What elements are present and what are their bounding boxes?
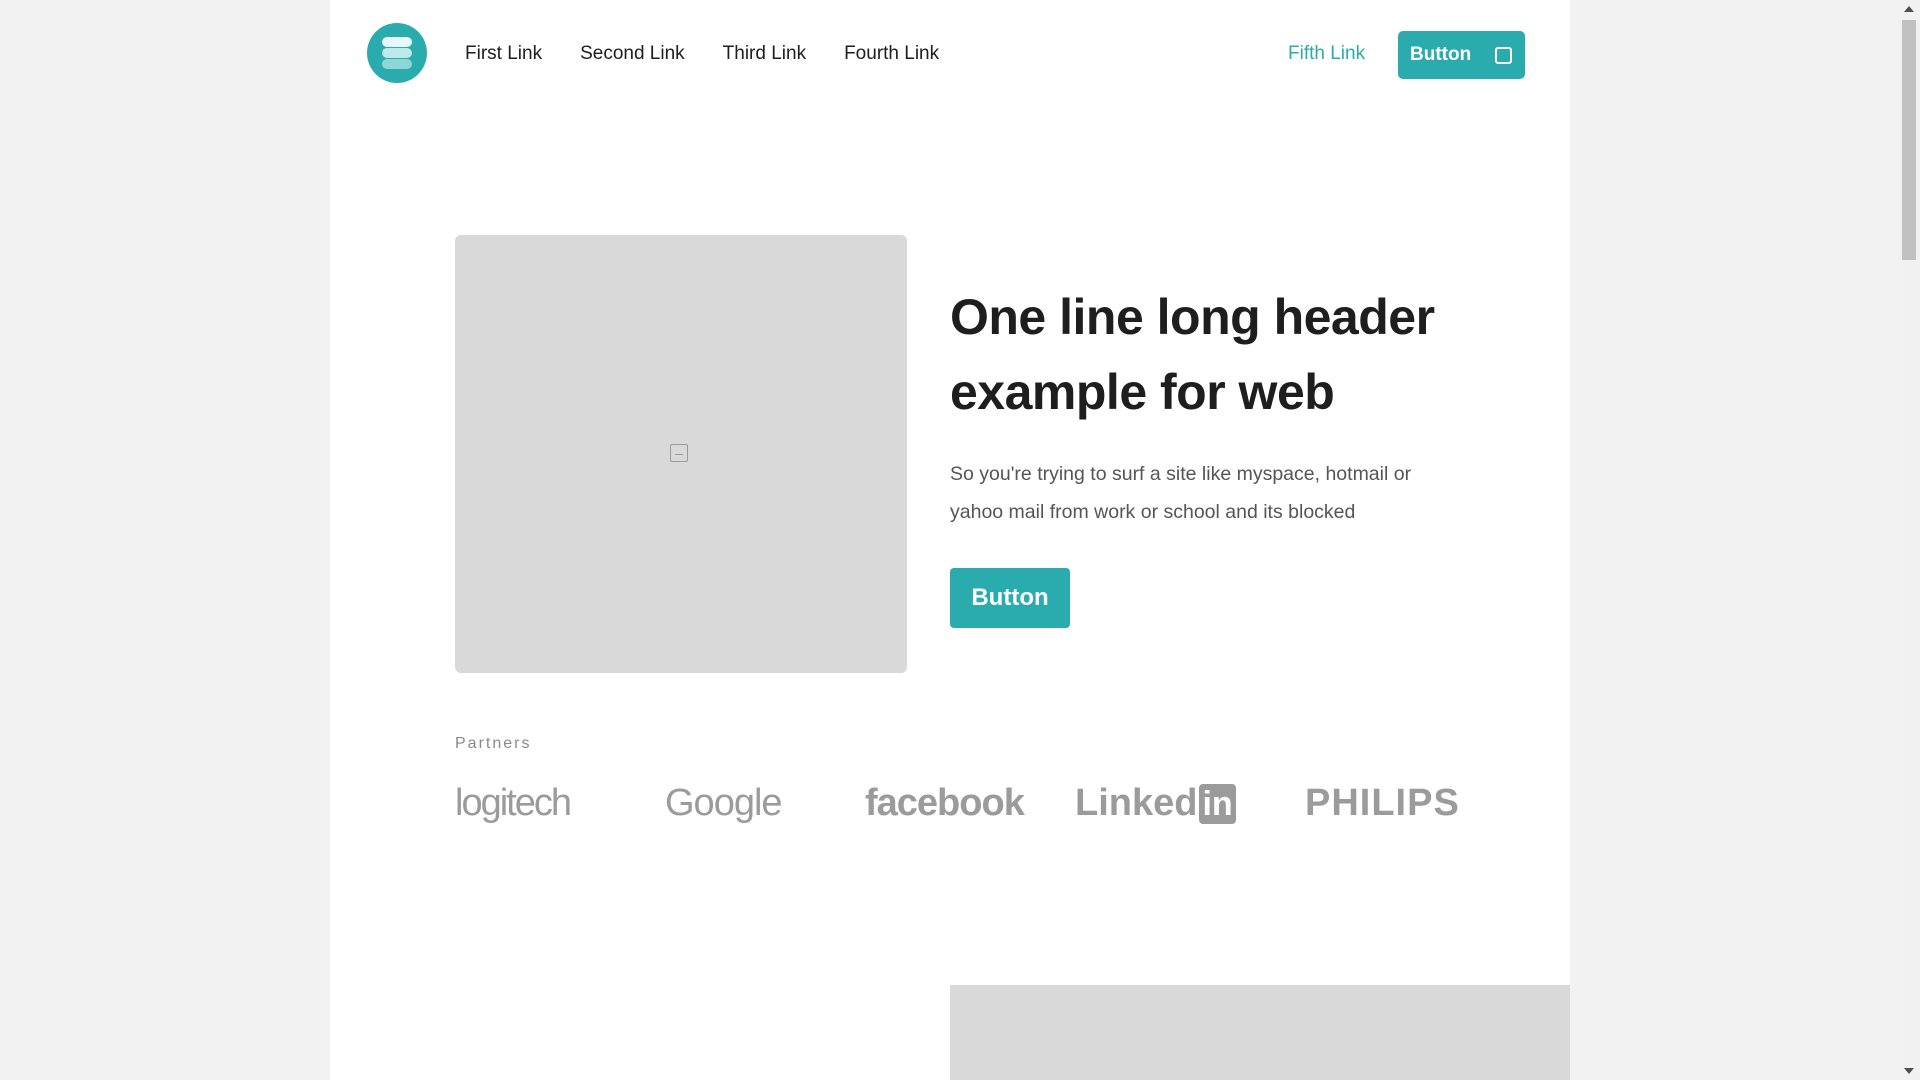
header-button-label: Button — [1410, 44, 1472, 65]
brand-logo-icon[interactable] — [367, 23, 427, 83]
main-nav: First Link Second Link Third Link Fourth… — [465, 43, 977, 65]
partner-logos: logitech Google facebook Linked in PHILIP… — [455, 782, 1459, 842]
page-container: First Link Second Link Third Link Fourth… — [330, 0, 1570, 1080]
scroll-up-arrow-icon[interactable] — [1904, 6, 1914, 12]
vertical-scrollbar[interactable] — [1898, 0, 1920, 1080]
hero-image-placeholder — [455, 235, 907, 673]
philips-logo: PHILIPS — [1305, 782, 1460, 824]
nav-third-link[interactable]: Third Link — [723, 43, 806, 65]
hero-button[interactable]: Button — [950, 568, 1070, 628]
hero-title: One line long header example for web — [950, 289, 1435, 420]
hero-description: So you're trying to surf a site like mys… — [950, 463, 1412, 523]
facebook-logo: facebook — [865, 782, 1025, 824]
linkedin-logo: Linked in — [1075, 782, 1236, 825]
google-logo: Google — [665, 782, 783, 824]
square-icon — [1495, 47, 1512, 64]
nav-fifth-link[interactable]: Fifth Link — [1288, 43, 1365, 65]
section-image-placeholder — [950, 985, 1570, 1080]
scrollbar-thumb[interactable] — [1902, 20, 1916, 260]
scroll-down-arrow-icon[interactable] — [1904, 1068, 1914, 1074]
header-button[interactable]: Button — [1398, 31, 1525, 79]
nav-first-link[interactable]: First Link — [465, 43, 542, 65]
nav-second-link[interactable]: Second Link — [580, 43, 685, 65]
logitech-logo: logitech — [455, 782, 572, 824]
image-placeholder-icon — [670, 444, 688, 462]
partners-label: Partners — [455, 735, 532, 752]
nav-fourth-link[interactable]: Fourth Link — [844, 43, 939, 65]
linkedin-in-badge: in — [1199, 784, 1236, 824]
linkedin-logo-text: Linked — [1075, 782, 1198, 824]
